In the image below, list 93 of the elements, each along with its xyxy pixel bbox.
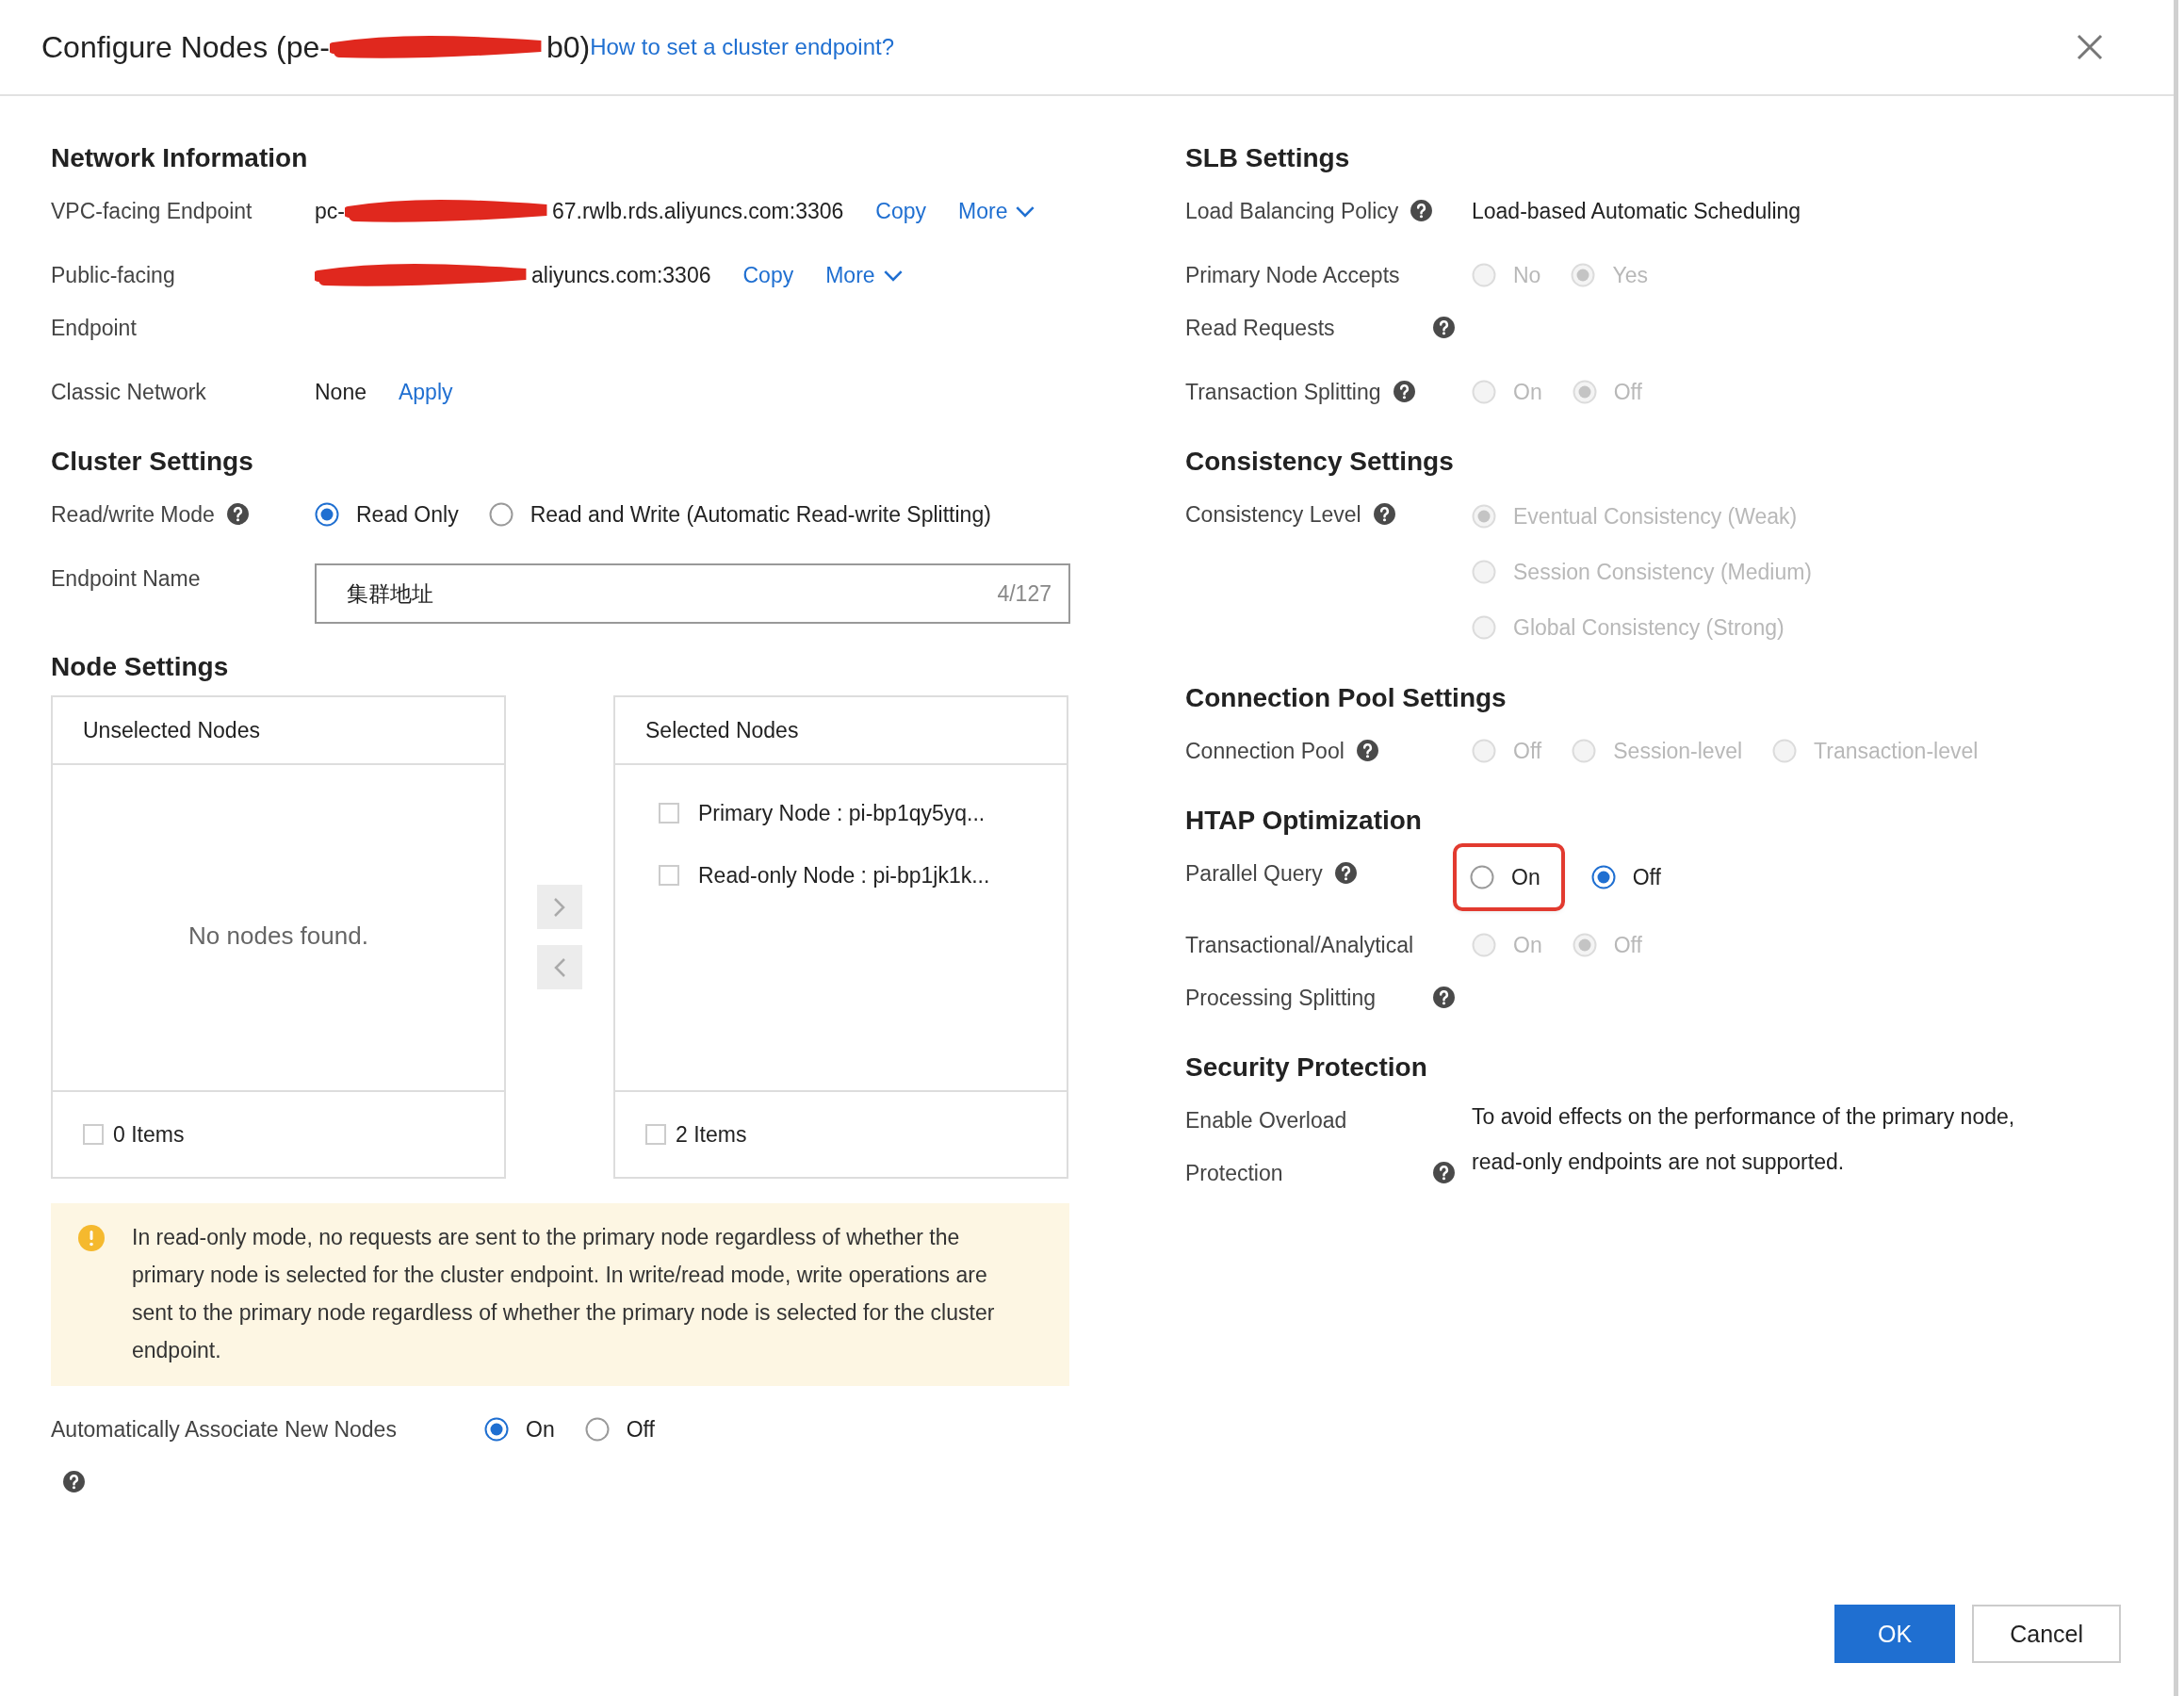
section-heading: HTAP Optimization — [1185, 805, 1423, 837]
field-label: Public-facing Endpoint — [51, 262, 176, 342]
section-heading: Consistency Settings — [1185, 446, 1455, 478]
option-label: Read Only — [356, 501, 459, 529]
option-label: On — [1511, 864, 1540, 891]
move-left-button[interactable] — [537, 945, 582, 989]
ok-button[interactable]: OK — [1834, 1605, 1956, 1663]
radio-button[interactable] — [484, 1417, 509, 1442]
more-link[interactable]: More — [958, 185, 1036, 237]
endpoint-text: aliyuncs.com:3306 — [531, 262, 711, 289]
radio-button[interactable] — [315, 502, 339, 527]
option-label: Yes — [1612, 262, 1648, 289]
panel-title: Unselected Nodes — [83, 717, 260, 743]
note-text: To avoid effects on the performance of the primary node, read-only endpoints are not supported. — [1472, 1103, 2016, 1176]
checkbox[interactable] — [83, 1124, 104, 1145]
node-item[interactable]: Read-only Node : pi-bp1jk1k... — [698, 862, 990, 889]
warning-icon — [77, 1224, 106, 1252]
field-value: Load-based Automatic Scheduling — [1472, 198, 1801, 225]
node-item[interactable]: Primary Node : pi-bp1qy5yq... — [698, 800, 986, 826]
checkbox[interactable] — [659, 803, 679, 824]
section-heading: Network Information — [51, 142, 309, 174]
dialog-title: b0) — [546, 29, 591, 65]
help-icon[interactable] — [1355, 739, 1379, 763]
field-label: Connection Pool — [1185, 738, 1345, 765]
field-label: Automatically Associate New Nodes — [51, 1416, 397, 1443]
field-label: Transactional/Analytical Processing Splitting — [1185, 932, 1415, 1012]
help-icon[interactable] — [1333, 861, 1358, 886]
chevron-left-icon — [552, 956, 567, 978]
option-label: Global Consistency (Strong) — [1513, 613, 1785, 642]
section-heading: Node Settings — [51, 651, 230, 683]
field-label: Parallel Query — [1185, 860, 1323, 888]
field-label: Transaction Splitting — [1185, 379, 1381, 406]
field-label: Read/write Mode — [51, 501, 215, 529]
help-icon[interactable] — [62, 1470, 86, 1494]
item-count: 2 Items — [676, 1121, 747, 1148]
radio-button[interactable] — [1590, 865, 1616, 889]
option-label: No — [1513, 262, 1541, 289]
field-label: Enable Overload Protection — [1185, 1107, 1348, 1187]
option-label: Off — [626, 1416, 655, 1443]
field-label: VPC-facing Endpoint — [51, 198, 253, 225]
help-icon[interactable] — [225, 502, 250, 527]
option-label: On — [526, 1416, 555, 1443]
field-label: Consistency Level — [1185, 501, 1361, 529]
field-value: None — [315, 379, 367, 406]
option-label: On — [1513, 379, 1542, 406]
option-label: Read and Write (Automatic Read-write Splitting) — [530, 501, 991, 529]
endpoint-text: 67.rwlb.rds.aliyuncs.com:3306 — [551, 198, 844, 225]
option-label: Transaction-level — [1814, 738, 1979, 765]
radio-button[interactable] — [584, 1417, 610, 1442]
help-icon[interactable] — [1410, 199, 1434, 223]
chevron-down-icon — [1015, 204, 1036, 218]
empty-message: No nodes found. — [188, 921, 368, 951]
apply-link[interactable]: Apply — [399, 366, 453, 418]
move-right-button[interactable] — [537, 885, 582, 929]
character-count: 4/127 — [997, 580, 1051, 608]
section-heading: Cluster Settings — [51, 446, 254, 478]
option-label: Off — [1632, 864, 1661, 891]
field-label: Classic Network — [51, 379, 206, 406]
section-heading: Security Protection — [1185, 1052, 1428, 1084]
copy-link[interactable]: Copy — [742, 249, 794, 302]
option-label: Session Consistency (Medium) — [1513, 558, 1812, 586]
option-label: Eventual Consistency (Weak) — [1513, 502, 1798, 530]
field-label: Load Balancing Policy — [1185, 198, 1399, 225]
help-icon[interactable] — [1372, 502, 1396, 527]
item-count: 0 Items — [113, 1121, 185, 1148]
dialog-title: Configure Nodes (pe- — [41, 29, 330, 65]
chevron-down-icon — [882, 269, 904, 282]
alert-text: In read-only mode, no requests are sent to the primary node regardless of whether the primary node is selected for the cluster endpoint. In write/read mode, write operations are sent to the primary node regardless of whether the primary node is selected for the cluster endpoint. — [132, 1224, 996, 1364]
checkbox[interactable] — [659, 865, 679, 886]
radio-button[interactable] — [1470, 865, 1494, 889]
option-label: Off — [1613, 379, 1642, 406]
panel-title: Selected Nodes — [645, 717, 799, 743]
option-label: Off — [1513, 738, 1542, 765]
field-label: Endpoint Name — [51, 565, 201, 593]
radio-button[interactable] — [488, 502, 513, 527]
close-icon[interactable] — [2076, 33, 2104, 61]
more-link[interactable]: More — [825, 249, 904, 302]
help-icon[interactable] — [1432, 1161, 1456, 1185]
option-label: On — [1513, 932, 1542, 959]
chevron-right-icon — [552, 896, 567, 918]
help-icon[interactable] — [1432, 316, 1456, 340]
option-label: Off — [1613, 932, 1642, 959]
checkbox[interactable] — [645, 1124, 666, 1145]
section-heading: SLB Settings — [1185, 142, 1351, 174]
option-label: Session-level — [1613, 738, 1743, 765]
endpoint-text: pc- — [315, 198, 345, 225]
help-icon[interactable] — [1432, 986, 1456, 1010]
help-icon[interactable] — [1392, 380, 1416, 404]
section-heading: Connection Pool Settings — [1185, 682, 1508, 714]
field-label: Primary Node Accepts Read Requests — [1185, 262, 1401, 342]
copy-link[interactable]: Copy — [875, 185, 927, 237]
help-link[interactable]: How to set a cluster endpoint? — [590, 34, 895, 60]
cancel-button[interactable]: Cancel — [1972, 1605, 2121, 1663]
